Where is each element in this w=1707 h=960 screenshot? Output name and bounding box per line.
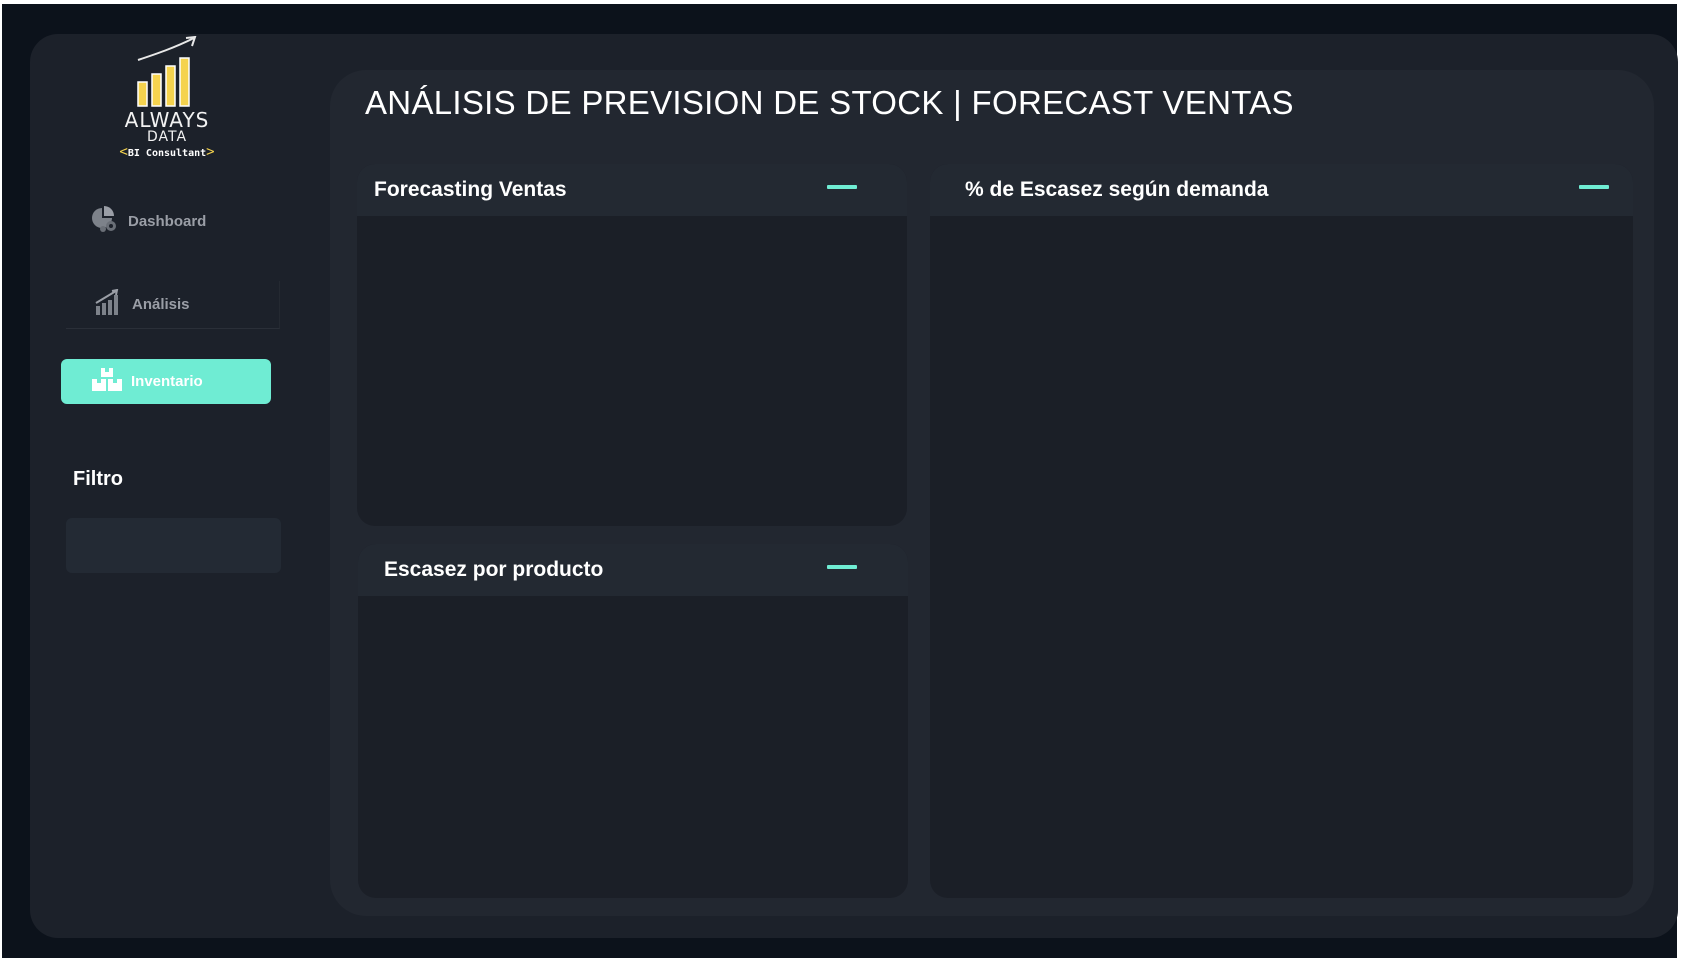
logo-bars-icon [137,36,197,107]
minimize-icon[interactable] [827,185,857,189]
logo-subtitle: <BI Consultant> [119,144,215,160]
filter-slicer[interactable] [66,518,281,573]
bar-chart-growth-icon [94,288,124,321]
filter-title: Filtro [73,468,123,490]
main-panel: ANÁLISIS DE PREVISION DE STOCK | FORECAS… [330,70,1654,916]
boxes-icon [91,367,123,397]
nav-item-analisis[interactable]: Análisis [66,281,280,329]
card-title: % de Escasez según demanda [965,178,1269,201]
card-header: % de Escasez según demanda [930,164,1633,216]
card-title: Forecasting Ventas [374,178,567,201]
page-title: ANÁLISIS DE PREVISION DE STOCK | FORECAS… [365,84,1294,121]
card-escasez-segun-demanda: % de Escasez según demanda [930,164,1633,898]
minimize-icon[interactable] [827,565,857,569]
nav-item-label: Inventario [131,373,203,390]
pie-chart-gear-icon [90,205,120,237]
logo-word-always: ALWAYS [124,108,210,132]
card-header: Forecasting Ventas [357,164,907,216]
card-header: Escasez por producto [358,544,908,596]
nav-item-label: Dashboard [128,212,207,230]
nav-item-inventario[interactable]: Inventario [61,359,271,404]
company-logo: ALWAYS DATA <BI Consultant> [100,36,234,166]
nav-item-dashboard[interactable]: Dashboard [90,206,206,236]
card-title: Escasez por producto [384,558,604,581]
card-forecasting-ventas: Forecasting Ventas [357,164,907,526]
logo-word-data: DATA [146,129,188,145]
card-escasez-por-producto: Escasez por producto [358,544,908,898]
minimize-icon[interactable] [1579,185,1609,189]
nav-item-label: Análisis [132,296,190,313]
